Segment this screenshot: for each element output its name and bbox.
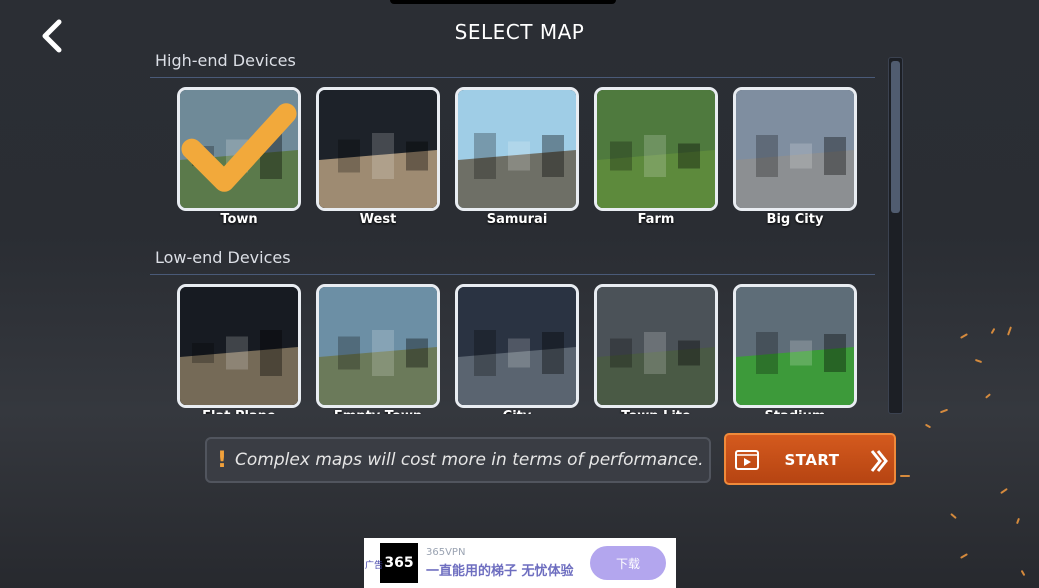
double-chevron-icon bbox=[870, 450, 888, 472]
map-label: Empty Town bbox=[316, 409, 440, 414]
map-card[interactable]: Flat Plane bbox=[177, 284, 301, 414]
ad-headline: 一直能用的梯子 无忧体验 bbox=[426, 564, 574, 579]
scrollbar-thumb[interactable] bbox=[891, 61, 900, 213]
map-preview-image bbox=[597, 287, 715, 405]
warning-icon: ! bbox=[217, 447, 228, 473]
map-label: Stadium bbox=[733, 409, 857, 414]
map-preview-image bbox=[180, 287, 298, 405]
map-label: Town Lite bbox=[594, 409, 718, 414]
map-thumbnail[interactable] bbox=[316, 87, 440, 211]
map-label: West bbox=[359, 212, 397, 227]
map-preview-image bbox=[458, 287, 576, 405]
map-thumbnail[interactable] bbox=[455, 87, 579, 211]
map-label: Big City bbox=[766, 212, 824, 227]
page-title: SELECT MAP bbox=[454, 20, 585, 44]
map-card[interactable]: Big City bbox=[733, 87, 857, 227]
map-grid-high-end: Town West Samurai Farm Big City bbox=[177, 87, 857, 227]
map-list[interactable]: High-end Devices Town West Samurai Farm Big … bbox=[150, 44, 880, 414]
map-label: Farm bbox=[637, 212, 675, 227]
map-preview-image bbox=[736, 287, 854, 405]
map-preview-image bbox=[319, 287, 437, 405]
ad-download-button[interactable]: 下载 bbox=[590, 546, 666, 580]
map-thumbnail[interactable] bbox=[177, 87, 301, 211]
section-title-low-end: Low-end Devices bbox=[155, 248, 291, 267]
map-preview-image bbox=[319, 90, 437, 208]
map-preview-image bbox=[736, 90, 854, 208]
map-preview-image bbox=[458, 90, 576, 208]
performance-warning: ! Complex maps will cost more in terms o… bbox=[205, 437, 711, 483]
start-button[interactable]: START bbox=[724, 433, 896, 485]
map-card[interactable]: Stadium bbox=[733, 284, 857, 414]
map-label: Town bbox=[220, 212, 258, 227]
map-card[interactable]: City bbox=[455, 284, 579, 414]
ad-banner[interactable]: 365 广告 365VPN 一直能用的梯子 无忧体验 下载 bbox=[364, 538, 676, 588]
map-label: City bbox=[455, 409, 579, 414]
selected-check-icon bbox=[181, 103, 297, 192]
map-card[interactable]: Town Lite bbox=[594, 284, 718, 414]
ad-tag: 广告 bbox=[365, 561, 384, 571]
map-thumbnail[interactable] bbox=[733, 87, 857, 211]
map-card[interactable]: Town bbox=[177, 87, 301, 227]
top-notch bbox=[390, 0, 616, 4]
map-card[interactable]: Empty Town bbox=[316, 284, 440, 414]
map-thumbnail[interactable] bbox=[177, 284, 301, 408]
map-label: Flat Plane bbox=[177, 409, 301, 414]
map-grid-low-end: Flat Plane Empty Town City Town Lite Stadium bbox=[177, 284, 857, 414]
map-thumbnail[interactable] bbox=[316, 284, 440, 408]
map-card[interactable]: Farm bbox=[594, 87, 718, 227]
divider bbox=[150, 77, 875, 78]
ad-logo: 365 bbox=[380, 543, 418, 583]
map-thumbnail[interactable] bbox=[733, 284, 857, 408]
map-thumbnail[interactable] bbox=[455, 284, 579, 408]
map-preview-image bbox=[597, 90, 715, 208]
ad-subtitle: 365VPN bbox=[426, 547, 466, 558]
section-title-high-end: High-end Devices bbox=[155, 51, 296, 70]
map-thumbnail[interactable] bbox=[594, 284, 718, 408]
map-card[interactable]: Samurai bbox=[455, 87, 579, 227]
divider bbox=[150, 274, 875, 275]
warning-text: Complex maps will cost more in terms of … bbox=[235, 450, 704, 470]
map-thumbnail[interactable] bbox=[594, 87, 718, 211]
scrollbar[interactable] bbox=[888, 57, 903, 414]
map-label: Samurai bbox=[486, 212, 548, 227]
map-card[interactable]: West bbox=[316, 87, 440, 227]
